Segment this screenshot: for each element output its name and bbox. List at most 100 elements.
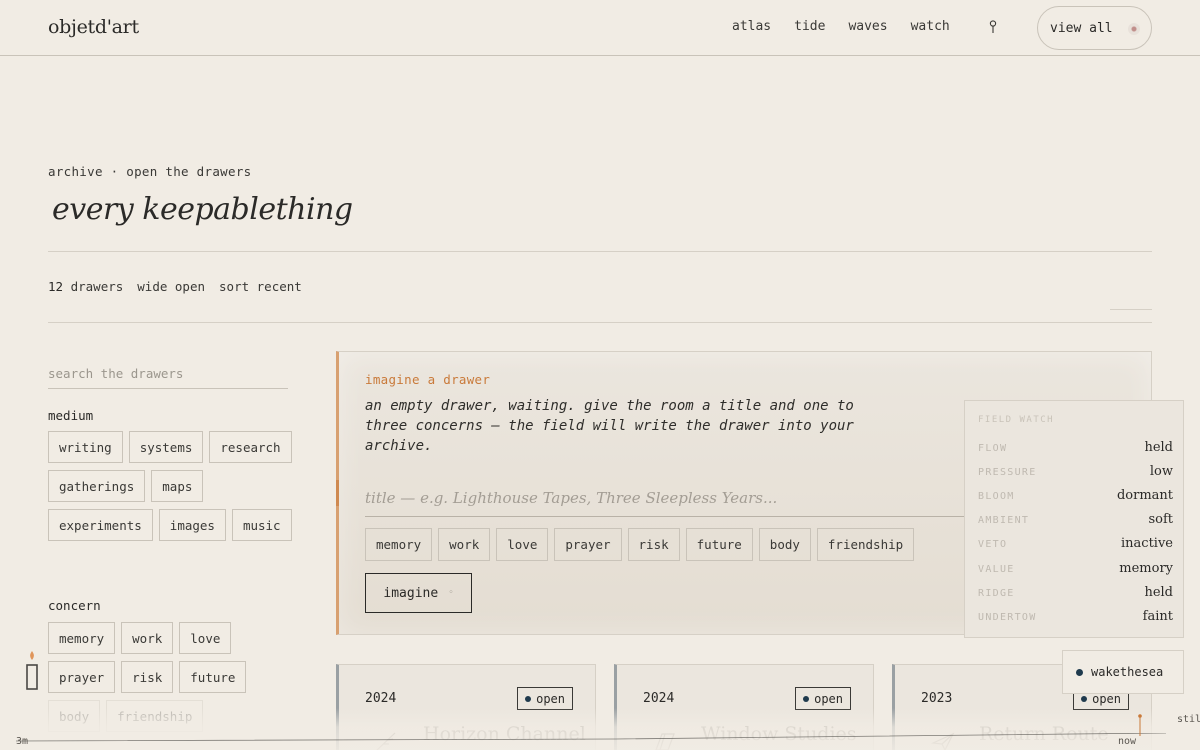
field-watch-row: RIDGE held [978,585,1173,600]
status-dot-icon [525,695,532,702]
field-value: dormant [1116,488,1173,503]
field-value: inactive [1121,536,1173,551]
pin-icon[interactable] [987,19,999,35]
imagine-concern-chips: memory work love prayer risk future body… [365,528,915,561]
field-watch-row: BLOOM dormant [978,488,1173,503]
field-value: soft [1148,512,1173,527]
field-watch-title: FIELD WATCH [978,415,1055,425]
field-key: PRESSURE [978,467,1037,478]
field-value: low [1149,464,1173,479]
imagine-chip-work[interactable]: work [438,528,491,561]
card-open-button[interactable]: open [795,687,851,710]
field-key: VETO [978,539,1008,550]
imagine-chip-friendship[interactable]: friendship [816,528,915,561]
medium-chip-maps[interactable]: maps [151,470,204,502]
field-watch-row: UNDERTOW faint [978,609,1173,624]
drawer-count-label: drawers [70,279,124,294]
medium-filters: writing systems research gatherings maps… [48,431,298,541]
main-nav: atlas tide waves watch [732,19,950,34]
field-watch-row: VETO inactive [978,536,1173,551]
timeline-state-label: still [1177,714,1200,725]
nav-watch[interactable]: watch [911,19,950,34]
field-key: FLOW [978,443,1008,454]
medium-chip-gatherings[interactable]: gatherings [48,470,146,502]
field-key: BLOOM [978,491,1015,502]
imagine-chip-memory[interactable]: memory [365,528,433,561]
medium-chip-writing[interactable]: writing [48,431,123,463]
search-input[interactable] [48,358,288,389]
drawer-title-input[interactable] [365,479,965,517]
field-key: UNDERTOW [978,612,1037,623]
imagine-eyebrow: imagine a drawer [365,372,491,387]
field-watch-row: PRESSURE low [978,464,1173,479]
sort-toggle[interactable]: sort recent [219,279,302,294]
field-key: RIDGE [978,588,1015,599]
medium-chip-images[interactable]: images [158,509,226,541]
card-year: 2024 [643,691,675,706]
divider [48,322,1152,323]
flower-icon [1128,23,1140,35]
nav-waves[interactable]: waves [848,19,887,34]
card-year: 2024 [365,691,397,706]
medium-chip-experiments[interactable]: experiments [48,509,153,541]
field-value: held [1144,585,1173,600]
divider-accent [1110,309,1152,310]
field-value: faint [1142,609,1173,624]
imagine-chip-love[interactable]: love [496,528,549,561]
timeline-start-label: 3m [16,736,29,747]
field-value: memory [1119,561,1173,576]
concern-chip-love[interactable]: love [179,622,232,654]
hero-eyebrow: archive · open the drawers [48,164,252,179]
card-status: open [536,691,565,706]
top-bar: objetd'art atlas tide waves watch view a… [0,0,1200,56]
concern-chip-friendship[interactable]: friendship [106,700,204,732]
card-status: open [814,691,843,706]
status-dot-icon [803,695,810,702]
medium-chip-music[interactable]: music [231,509,292,541]
wakethesea-label: wakethesea [1091,665,1164,679]
page-title: every keepablething [52,192,353,227]
drawer-count: 12 drawers [48,279,123,294]
concern-chip-prayer[interactable]: prayer [48,661,116,693]
imagine-chip-future[interactable]: future [685,528,753,561]
concern-chip-memory[interactable]: memory [48,622,116,654]
imagine-chip-body[interactable]: body [758,528,811,561]
concern-chip-work[interactable]: work [121,622,174,654]
wakethesea-badge[interactable]: wakethesea [1062,650,1184,694]
field-watch-row: AMBIENT soft [978,512,1173,527]
field-watch-row: FLOW held [978,440,1173,455]
field-watch-panel: FIELD WATCH FLOW held PRESSURE low BLOOM do… [964,400,1184,638]
medium-chip-research[interactable]: research [209,431,292,463]
concern-filters: memory work love prayer risk future body… [48,622,248,732]
imagine-button[interactable]: imagine ◦ [365,573,472,613]
candle-icon[interactable] [25,649,39,691]
medium-chip-systems[interactable]: systems [128,431,204,463]
timeline-end-label: now [1118,736,1137,747]
input-focus-marker [336,480,339,506]
nav-atlas[interactable]: atlas [732,19,771,34]
concern-chip-future[interactable]: future [179,661,247,693]
brand-logo[interactable]: objetd'art [48,16,139,38]
field-watch-row: VALUE memory [978,561,1173,576]
imagine-chip-risk[interactable]: risk [627,528,680,561]
nav-tide[interactable]: tide [794,19,825,34]
medium-label: medium [48,408,94,423]
view-all-button[interactable]: view all [1037,6,1152,50]
concern-chip-risk[interactable]: risk [121,661,174,693]
divider [48,251,1152,252]
concern-label: concern [48,598,101,613]
timeline-track[interactable] [16,733,1166,749]
card-open-button[interactable]: open [517,687,573,710]
view-all-label: view all [1050,20,1113,36]
view-mode-toggle[interactable]: wide open [137,279,205,294]
drawer-count-number: 12 [48,279,64,294]
field-value: held [1144,440,1173,455]
imagine-button-label: imagine [383,585,439,601]
archive-meta: 12 drawers wide open sort recent [48,279,302,294]
timeline-now-marker[interactable] [1138,714,1142,736]
imagine-description: an empty drawer, waiting. give the room … [365,398,854,454]
concern-chip-body[interactable]: body [48,700,101,732]
spark-icon: ◦ [448,588,454,598]
card-year: 2023 [921,691,953,706]
imagine-chip-prayer[interactable]: prayer [554,528,622,561]
